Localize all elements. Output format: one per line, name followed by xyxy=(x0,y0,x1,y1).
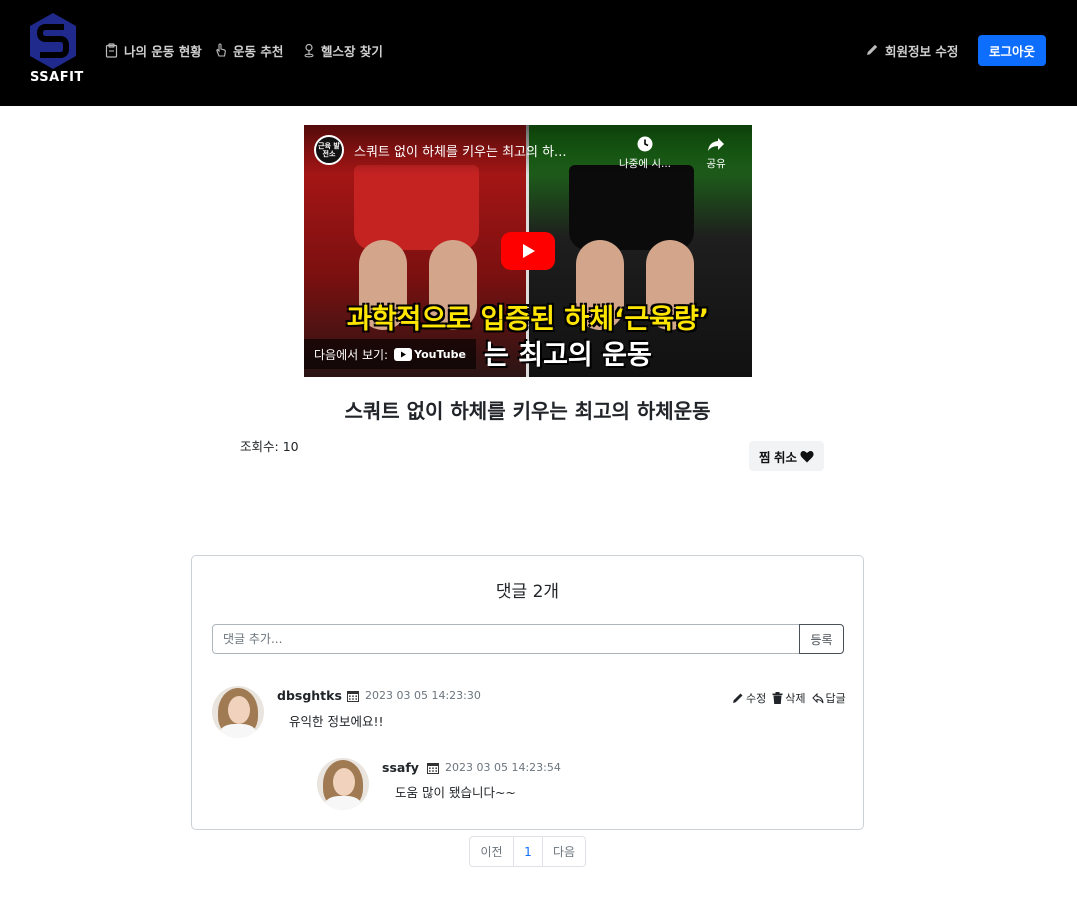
nav-recommend[interactable]: 운동 추천 xyxy=(214,41,283,59)
brand-name: SSAFIT xyxy=(30,70,84,85)
comments-title: 댓글 2개 xyxy=(495,582,560,602)
comments-card: 댓글 2개 등록 dbsghtks 2023 03 05 14:23:30 유익… xyxy=(191,555,864,830)
comment-submit-button[interactable]: 등록 xyxy=(799,624,844,654)
unlike-button[interactable]: 찜 취소 xyxy=(749,441,824,471)
thumbnail-black-shorts xyxy=(569,165,694,250)
comment-text: 유익한 정보에요!! xyxy=(289,714,384,729)
thumbnail-caption-2: 는 최고의 운동 xyxy=(484,340,652,371)
watch-later-button[interactable]: 나중에 시... xyxy=(615,135,675,171)
comment-author: dbsghtks xyxy=(277,688,342,703)
view-count-value: 10 xyxy=(282,439,299,454)
calendar-icon xyxy=(347,690,359,702)
view-count: 조회수: 10 xyxy=(240,436,299,455)
pagination: 이전 1 다음 xyxy=(469,836,586,867)
clock-icon xyxy=(637,136,653,152)
edit-profile-link[interactable]: 회원정보 수정 xyxy=(865,41,958,59)
thumbnail-red-shorts xyxy=(354,165,479,250)
share-button[interactable]: 공유 xyxy=(696,135,736,171)
reply-text: 도움 많이 됐습니다~~ xyxy=(395,785,516,800)
youtube-icon xyxy=(394,347,413,361)
unlike-label: 찜 취소 xyxy=(759,450,797,465)
pencil-icon xyxy=(733,693,743,703)
nav-my-exercise[interactable]: 나의 운동 현황 xyxy=(105,41,202,59)
comment-date: 2023 03 05 14:23:30 xyxy=(347,689,481,702)
logout-button[interactable]: 로그아웃 xyxy=(978,35,1046,66)
navbar: SSAFIT 나의 운동 현황 운동 추천 헬스장 찾기 회원정보 수정 로그아… xyxy=(0,0,1077,106)
nav-find-gym[interactable]: 헬스장 찾기 xyxy=(303,41,383,59)
hand-pointer-icon xyxy=(216,42,226,57)
page-prev-button[interactable]: 이전 xyxy=(469,836,514,867)
heart-icon xyxy=(800,450,814,462)
video-overlay-title[interactable]: 스쿼트 없이 하체를 키우는 최고의 하... xyxy=(354,141,604,160)
play-button[interactable] xyxy=(501,232,555,270)
nav-find-gym-label: 헬스장 찾기 xyxy=(321,43,383,59)
watch-later-label: 나중에 시... xyxy=(619,158,671,170)
share-label: 공유 xyxy=(706,158,726,170)
reply-date-text: 2023 03 05 14:23:54 xyxy=(445,761,561,774)
comment-edit-label: 수정 xyxy=(746,692,767,705)
play-icon xyxy=(523,244,535,258)
channel-avatar[interactable]: 근육 발전소 xyxy=(314,135,344,165)
avatar xyxy=(212,686,264,738)
video-player[interactable]: 근육 발전소 스쿼트 없이 하체를 키우는 최고의 하... 나중에 시... … xyxy=(304,125,752,377)
comment-actions: 수정 삭제 답글 xyxy=(729,690,846,706)
video-title: 스쿼트 없이 하체를 키우는 최고의 하체운동 xyxy=(344,399,711,423)
page-next-button[interactable]: 다음 xyxy=(542,836,586,867)
person-pin-icon xyxy=(304,43,314,57)
clipboard-icon xyxy=(105,42,118,58)
thumbnail-caption-1: 과학적으로 입증된 하체‘근육량’ xyxy=(346,304,710,335)
page-1-button[interactable]: 1 xyxy=(513,836,543,867)
watch-on-youtube[interactable]: 다음에서 보기: YouTube xyxy=(304,339,476,369)
comment-delete-label: 삭제 xyxy=(785,692,806,705)
comment-reply-button[interactable]: 답글 xyxy=(811,690,846,706)
nav-my-exercise-label: 나의 운동 현황 xyxy=(124,43,202,59)
reply-author: ssafy xyxy=(382,760,419,775)
view-count-label: 조회수: xyxy=(240,439,283,454)
youtube-logo: YouTube xyxy=(394,347,466,361)
comment-reply-label: 답글 xyxy=(825,692,846,705)
comment-delete-button[interactable]: 삭제 xyxy=(772,690,806,706)
pencil-icon xyxy=(867,44,878,55)
avatar xyxy=(317,758,369,810)
calendar-icon xyxy=(427,762,439,774)
reply-icon xyxy=(811,692,823,703)
reply-date: 2023 03 05 14:23:54 xyxy=(427,761,561,774)
nav-recommend-label: 운동 추천 xyxy=(233,43,284,59)
watch-on-label: 다음에서 보기: xyxy=(314,347,389,362)
edit-profile-label: 회원정보 수정 xyxy=(885,43,959,59)
comment-input[interactable] xyxy=(212,624,800,654)
comment-date-text: 2023 03 05 14:23:30 xyxy=(365,689,481,702)
youtube-wordmark: YouTube xyxy=(414,347,466,361)
share-icon xyxy=(708,138,724,151)
comment-edit-button[interactable]: 수정 xyxy=(732,690,766,706)
trash-icon xyxy=(772,692,783,704)
